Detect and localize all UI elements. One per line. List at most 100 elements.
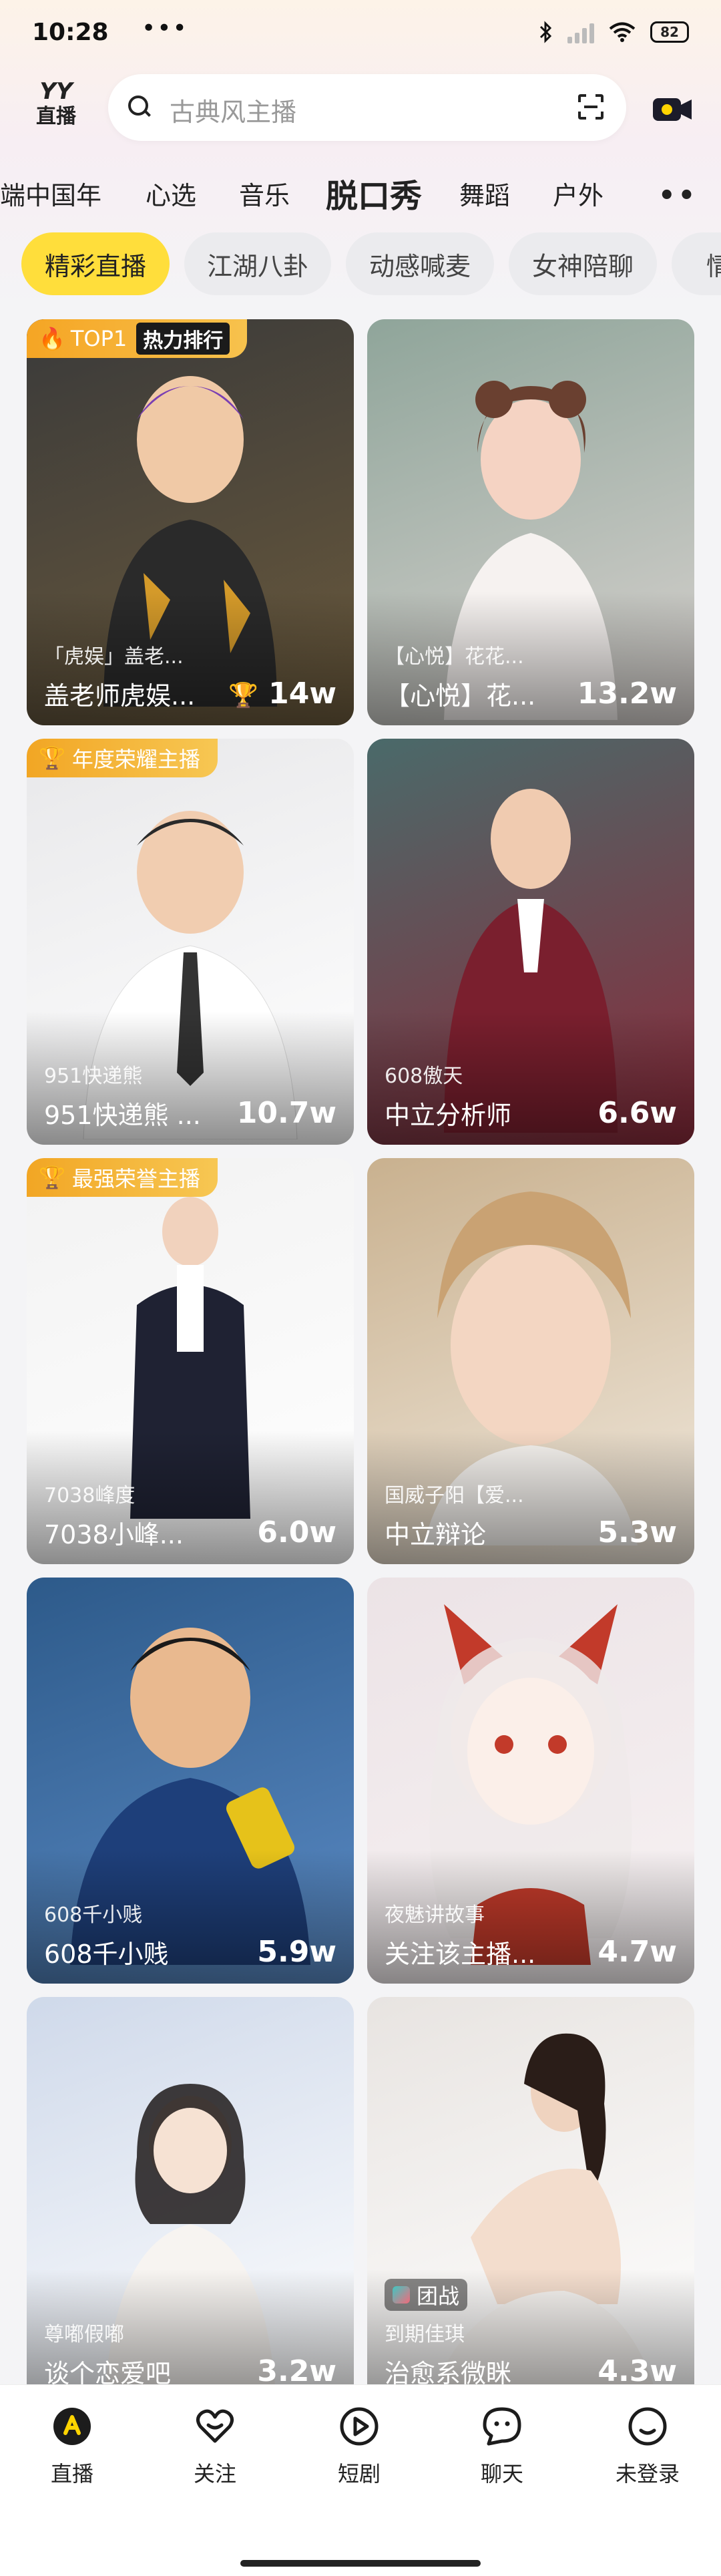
- nav-label: 直播: [50, 2461, 93, 2487]
- badge-label: 年度荣耀主播: [71, 747, 200, 772]
- bluetooth-icon: [539, 21, 552, 43]
- search-bar[interactable]: 古典风主播: [108, 74, 626, 141]
- rank-label: 热力排行: [136, 323, 230, 355]
- search-placeholder: 古典风主播: [170, 98, 297, 127]
- team-battle-label: 团战: [417, 2283, 460, 2309]
- nav-follow[interactable]: 关注: [168, 2405, 262, 2488]
- stream-card[interactable]: 尊嘟假嘟 谈个恋爱吧 3.2w: [27, 1997, 354, 2403]
- card-hot-value: 6.6w: [597, 1096, 677, 1130]
- nav-label: 聊天: [480, 2461, 523, 2487]
- status-time: 10:28: [32, 19, 109, 46]
- logo-zhibo: 直播: [36, 105, 76, 128]
- stream-card[interactable]: 【心悦】花花... 【心悦】花... 13.2w: [367, 319, 694, 725]
- strongest-honor-badge: 🏆 最强荣誉主播: [27, 1158, 218, 1197]
- card-title: 关注该主播...: [385, 1940, 536, 1969]
- team-battle-tag: 团战: [385, 2279, 468, 2311]
- tab-chinese-new-year[interactable]: 端中国年: [0, 175, 101, 212]
- stream-card[interactable]: 608千小贱 608千小贱 5.9w: [27, 1578, 354, 1984]
- live-icon: [53, 2408, 91, 2445]
- status-dots: •••: [142, 15, 188, 42]
- battery-icon: 82: [650, 21, 689, 43]
- nav-chat[interactable]: 聊天: [455, 2405, 549, 2488]
- stream-card[interactable]: 🔥 TOP1 热力排行 「虎娱」盖老... 盖老师虎娱... 🏆 14w: [27, 319, 354, 725]
- nav-short-drama[interactable]: 短剧: [312, 2405, 406, 2488]
- nav-label: 未登录: [615, 2461, 680, 2487]
- chat-icon: [483, 2407, 521, 2446]
- card-hot-value: 6.0w: [257, 1515, 336, 1549]
- team-battle-icon: [393, 2286, 410, 2304]
- stream-card[interactable]: 团战 到期佳琪 治愈系微眯 4.3w: [367, 1997, 694, 2403]
- card-title: 951快递熊 ...: [44, 1101, 201, 1130]
- tab-talkshow[interactable]: 脱口秀: [326, 170, 422, 216]
- filter-chips: 精彩直播 江湖八卦 动感喊麦 女神陪聊 情感: [0, 232, 721, 297]
- badge-label: TOP1: [70, 326, 128, 351]
- card-subtitle: 「虎娱」盖老...: [44, 645, 184, 669]
- card-hot-value: 14w: [268, 677, 336, 711]
- top-bar: YY 直播 古典风主播: [0, 70, 721, 150]
- card-hot-value: 5.9w: [257, 1935, 336, 1969]
- signal-icon: [567, 21, 594, 43]
- search-icon: [128, 96, 148, 116]
- card-hot-value: 10.7w: [236, 1096, 336, 1130]
- stream-card[interactable]: 夜魅讲故事 关注该主播... 4.7w: [367, 1578, 694, 1984]
- card-subtitle: 到期佳琪: [385, 2323, 465, 2346]
- tab-xinxuan[interactable]: 心选: [146, 175, 196, 212]
- stream-card[interactable]: 🏆 最强荣誉主播 7038峰度 7038小峰... 6.0w: [27, 1158, 354, 1564]
- card-subtitle: 951快递熊: [44, 1065, 143, 1088]
- more-tabs-icon[interactable]: ••: [658, 180, 698, 211]
- card-popularity: 🏆 14w: [228, 677, 336, 711]
- tab-music[interactable]: 音乐: [239, 175, 290, 212]
- card-title: 【心悦】花...: [385, 681, 536, 711]
- bottom-navigation: 直播 关注 短剧 聊天 未登录: [0, 2384, 721, 2576]
- annual-glory-badge: 🏆 年度荣耀主播: [27, 739, 218, 777]
- card-title: 7038小峰...: [44, 1520, 184, 1549]
- top1-badge: 🔥 TOP1 热力排行: [27, 319, 248, 358]
- app-logo[interactable]: YY 直播: [29, 79, 83, 140]
- card-hot-value: 4.7w: [597, 1935, 677, 1969]
- tab-dance[interactable]: 舞蹈: [459, 175, 510, 212]
- chip-featured[interactable]: 精彩直播: [21, 232, 170, 295]
- home-indicator: [240, 2560, 481, 2567]
- wifi-icon: [609, 22, 636, 42]
- card-title: 中立分析师: [385, 1101, 512, 1130]
- chip-goddess-chat[interactable]: 女神陪聊: [509, 232, 657, 295]
- card-hot-value: 3.2w: [257, 2354, 336, 2388]
- card-subtitle: 608千小贱: [44, 1903, 143, 1927]
- profile-icon: [628, 2407, 667, 2446]
- card-subtitle: 尊嘟假嘟: [44, 2323, 124, 2346]
- chip-gossip[interactable]: 江湖八卦: [184, 232, 331, 295]
- card-subtitle: 国威子阳【爱...: [385, 1484, 524, 1507]
- card-title: 中立辩论: [385, 1520, 487, 1549]
- trophy-icon: 🏆: [228, 682, 258, 709]
- stream-card[interactable]: 608傲天 中立分析师 6.6w: [367, 739, 694, 1145]
- card-subtitle: 608傲天: [385, 1065, 463, 1088]
- category-tabs: 端中国年 心选 音乐 脱口秀 舞蹈 户外 ••: [0, 167, 721, 220]
- status-bar: 10:28 ••• 82: [0, 0, 721, 67]
- nav-profile[interactable]: 未登录: [601, 2405, 694, 2488]
- trophy-icon: 🏆: [39, 1165, 65, 1190]
- chip-dj-shout[interactable]: 动感喊麦: [346, 232, 494, 295]
- card-subtitle: 夜魅讲故事: [385, 1903, 485, 1927]
- chip-emotion[interactable]: 情感: [672, 232, 721, 295]
- fire-icon: 🔥: [39, 326, 65, 351]
- heart-icon: [196, 2409, 234, 2443]
- logo-yy: YY: [39, 78, 73, 105]
- nav-live[interactable]: 直播: [25, 2405, 119, 2488]
- status-right: 82: [538, 20, 689, 44]
- card-hot-value: 13.2w: [577, 677, 677, 711]
- card-subtitle: 7038峰度: [44, 1484, 136, 1507]
- stream-card[interactable]: 🏆 年度荣耀主播 951快递熊 951快递熊 ... 10.7w: [27, 739, 354, 1145]
- nav-label: 关注: [193, 2461, 236, 2487]
- badge-label: 最强荣誉主播: [71, 1166, 200, 1191]
- play-icon: [340, 2407, 379, 2446]
- card-hot-value: 4.3w: [597, 2354, 677, 2388]
- tab-outdoor[interactable]: 户外: [553, 175, 604, 212]
- live-camera-icon[interactable]: [652, 90, 693, 128]
- scan-icon[interactable]: [578, 94, 604, 120]
- card-title: 608千小贱: [44, 1940, 169, 1969]
- trophy-icon: 🏆: [39, 745, 65, 771]
- nav-label: 短剧: [337, 2461, 381, 2487]
- stream-card[interactable]: 国威子阳【爱... 中立辩论 5.3w: [367, 1158, 694, 1564]
- card-title: 盖老师虎娱...: [44, 681, 196, 711]
- card-hot-value: 5.3w: [597, 1515, 677, 1549]
